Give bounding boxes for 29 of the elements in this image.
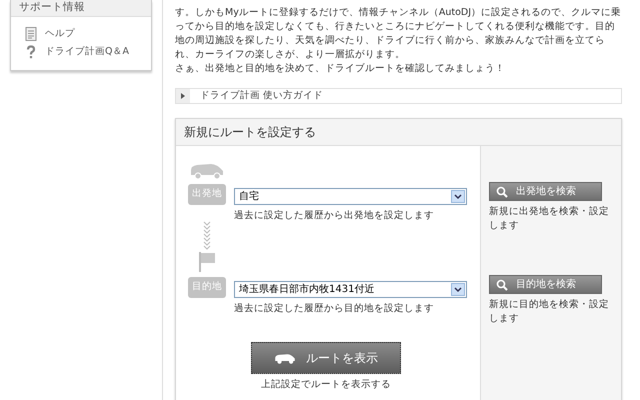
show-route-button[interactable]: ルートを表示	[251, 342, 401, 374]
panel-title: 新規にルートを設定する	[176, 119, 621, 146]
dropdown-icon	[451, 190, 465, 203]
car-icon	[274, 352, 296, 364]
flag-icon	[198, 251, 216, 273]
hint-text: 過去に設定した履歴から出発地を設定します	[234, 209, 435, 223]
search-button[interactable]: 出発地を検索	[489, 182, 602, 201]
search-note: 新規に目的地を検索・設定します	[489, 298, 610, 326]
intro-text: す。しかもMyルートに登録するだけで、情報チャンネル（AutoDJ）に設定されるので、クルマに乗ってから目的地を設定しなくても、行きたいところにナビゲートしてくれる便利な機能です。目的地の周辺施設を探したり、天気を調べたり、ドライブに行く前から、家族みんなで計画を立てられ、カーライフの楽しさが、より一層拡がります。	[175, 6, 622, 62]
search-note: 新規に出発地を検索・設定します	[489, 205, 610, 233]
intro-text: さぁ、出発地と目的地を決めて、ドライブルートを確認してみましょう！	[175, 62, 506, 76]
dropdown-icon	[451, 283, 465, 296]
panel-title: サポート情報	[11, 0, 151, 17]
guide-link[interactable]: ドライブ計画 使い方ガイド	[175, 88, 622, 104]
submit-caption: 上記設定でルートを表示する	[261, 378, 391, 392]
field-label: 目的地	[188, 277, 226, 298]
address-select[interactable]: 埼玉県春日部市内牧1431付近	[234, 281, 467, 298]
address-select[interactable]: 自宅	[234, 188, 467, 205]
chevron-connector-icon	[203, 221, 211, 251]
search-icon	[496, 186, 508, 198]
search-icon	[496, 278, 508, 290]
hint-text: 過去に設定した履歴から目的地を設定します	[234, 302, 435, 316]
car-icon	[189, 162, 225, 180]
help-icon	[25, 45, 37, 60]
document-icon	[25, 27, 37, 42]
field-label: 出発地	[188, 184, 226, 205]
search-button[interactable]: 目的地を検索	[489, 275, 602, 294]
sidebar-link[interactable]: ドライブ計画Q＆A	[45, 45, 129, 60]
sidebar-link[interactable]: ヘルプ	[45, 27, 75, 42]
